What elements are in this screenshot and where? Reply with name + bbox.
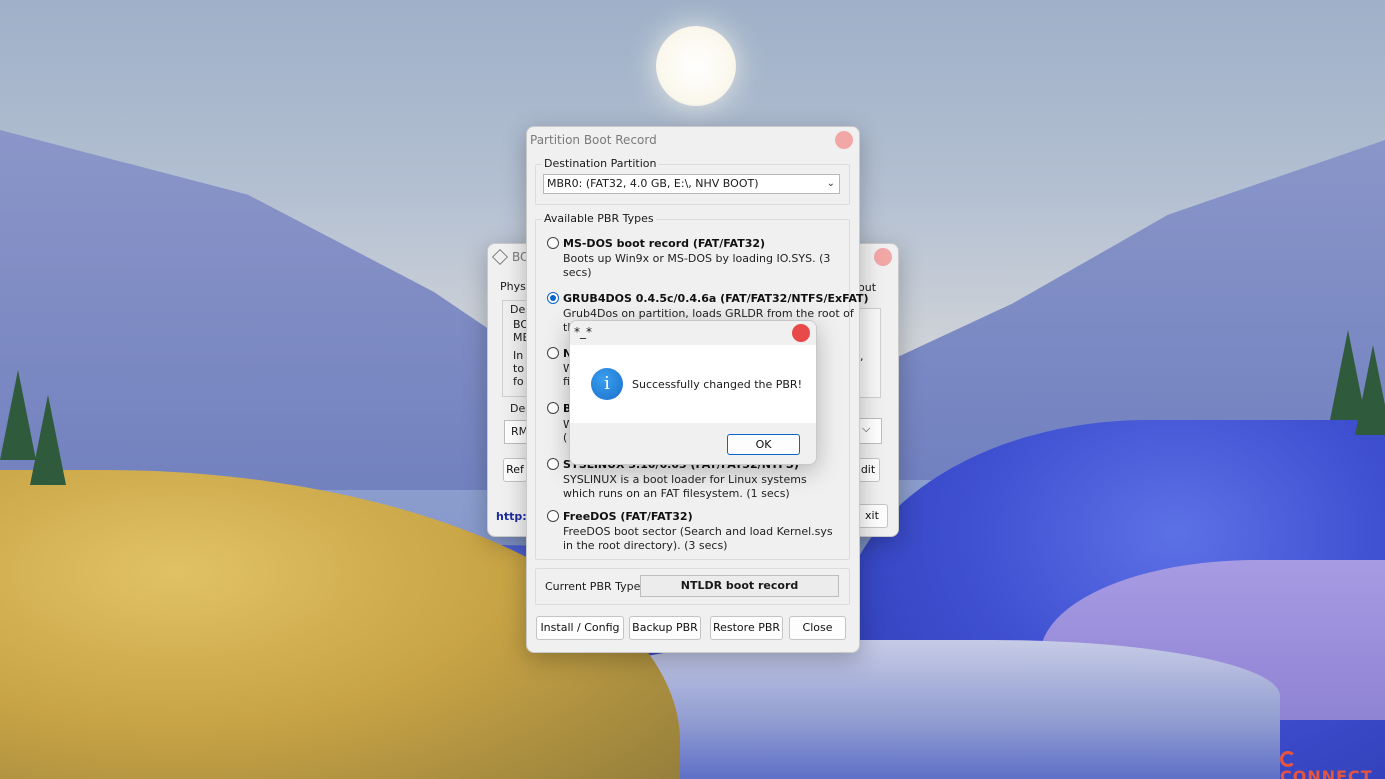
pbr-title-bar: Partition Boot Record [527, 127, 859, 153]
destination-partition-select[interactable]: MBR0: (FAT32, 4.0 GB, E:\, NHV BOOT) ⌄ [543, 174, 840, 194]
bg-text-line: fo [513, 375, 524, 388]
option-description: SYSLINUX is a boot loader for Linux syst… [563, 473, 807, 500]
message-box: *_* i Successfully changed the PBR! OK [569, 320, 817, 465]
option-title: GRUB4DOS 0.4.5c/0.4.6a (FAT/FAT32/NTFS/E… [563, 292, 869, 305]
option-title: FreeDOS (FAT/FAT32) [563, 510, 693, 523]
message-box-title-bar: *_* [570, 321, 816, 345]
radio-ntldr[interactable] [547, 347, 559, 359]
option-description: Boots up Win9x or MS-DOS by loading IO.S… [563, 252, 831, 279]
backup-pbr-button[interactable]: Backup PBR [629, 616, 701, 640]
restore-pbr-button[interactable]: Restore PBR [710, 616, 783, 640]
radio-msdos[interactable] [547, 237, 559, 249]
current-pbr-value: NTLDR boot record [640, 575, 839, 597]
radio-grub4dos[interactable] [547, 292, 559, 304]
info-icon: i [591, 368, 623, 400]
radio-freedos[interactable] [547, 510, 559, 522]
close-button[interactable]: Close [789, 616, 846, 640]
tree [30, 395, 66, 485]
option-description: Grub4Dos on partition, loads GRLDR from … [563, 307, 854, 320]
tab-physical-disk[interactable]: Physi [500, 280, 529, 293]
chevron-down-icon: ⌵ [862, 422, 871, 435]
bg-text-line: In [513, 349, 524, 362]
connect-logo-icon [1280, 750, 1296, 767]
chevron-down-icon: ⌄ [826, 178, 835, 189]
group-label: Available PBR Types [542, 212, 656, 225]
window-title: *_* [574, 325, 592, 339]
disk-select[interactable]: RM [504, 420, 528, 444]
sun [656, 26, 736, 106]
close-icon[interactable] [792, 324, 810, 342]
option-description: ( [563, 431, 568, 444]
bg-text-line: , [860, 350, 864, 363]
radio-syslinux[interactable] [547, 458, 559, 470]
close-icon[interactable] [835, 131, 853, 149]
close-icon[interactable] [874, 248, 892, 266]
bg-select-dropdown[interactable]: ⌵ [858, 418, 882, 444]
current-pbr-label: Current PBR Type: [545, 580, 645, 593]
radio-bootmgr[interactable] [547, 402, 559, 414]
refresh-button[interactable]: Ref [503, 458, 527, 482]
watermark-logo: CONNECT [1280, 748, 1385, 779]
tree [1355, 345, 1385, 435]
group-label: Destination Partition [542, 157, 659, 170]
window-title: Partition Boot Record [530, 133, 657, 147]
install-config-button[interactable]: Install / Config [536, 616, 624, 640]
ok-button[interactable]: OK [727, 434, 800, 455]
option-title: MS-DOS boot record (FAT/FAT32) [563, 237, 766, 250]
homepage-link[interactable]: http: [496, 510, 527, 523]
exit-button[interactable]: xit [856, 504, 888, 528]
bg-text-line: to [513, 362, 525, 375]
select-value: MBR0: (FAT32, 4.0 GB, E:\, NHV BOOT) [547, 177, 759, 190]
message-text: Successfully changed the PBR! [632, 378, 802, 391]
bootice-app-icon [492, 249, 508, 265]
option-description: FreeDOS boot sector (Search and load Ker… [563, 525, 833, 552]
